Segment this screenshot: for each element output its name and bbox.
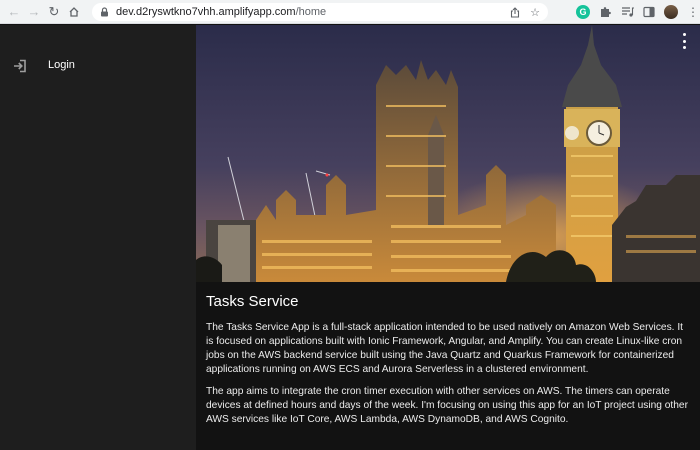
description-paragraph: The app aims to integrate the cron timer… <box>206 386 688 425</box>
hero-image <box>196 25 700 282</box>
address-bar[interactable]: dev.d2ryswtkno7vhh.amplifyapp.com/home ☆ <box>92 3 548 21</box>
login-icon <box>12 58 28 74</box>
page-title: Tasks Service <box>206 293 299 310</box>
bookmark-star-icon[interactable]: ☆ <box>528 5 542 19</box>
forward-arrow-icon[interactable]: → <box>24 2 44 22</box>
sidebar-item-label: Login <box>48 59 75 71</box>
share-icon[interactable] <box>508 5 522 19</box>
grammarly-icon[interactable]: G <box>574 3 592 21</box>
sidebar-item-login[interactable]: Login <box>0 53 196 79</box>
back-arrow-icon[interactable]: ← <box>4 2 24 22</box>
lock-icon <box>98 6 110 18</box>
more-options-icon[interactable] <box>680 33 688 49</box>
main-content: Tasks Service The Tasks Service App is a… <box>196 25 700 450</box>
media-icon[interactable] <box>618 3 636 21</box>
puzzle-icon[interactable] <box>596 3 614 21</box>
sidebar: Login <box>0 25 196 450</box>
url-text: dev.d2ryswtkno7vhh.amplifyapp.com/home <box>116 6 327 18</box>
description-paragraph: The Tasks Service App is a full-stack ap… <box>206 322 683 375</box>
browser-menu-icon[interactable]: ⋮ <box>684 3 700 21</box>
sidepanel-icon[interactable] <box>640 3 658 21</box>
browser-toolbar: ← → ↻ dev.d2ryswtkno7vhh.amplifyapp.com/… <box>0 0 700 24</box>
profile-avatar[interactable] <box>662 3 680 21</box>
home-icon[interactable] <box>64 2 84 22</box>
reload-icon[interactable]: ↻ <box>44 2 64 22</box>
